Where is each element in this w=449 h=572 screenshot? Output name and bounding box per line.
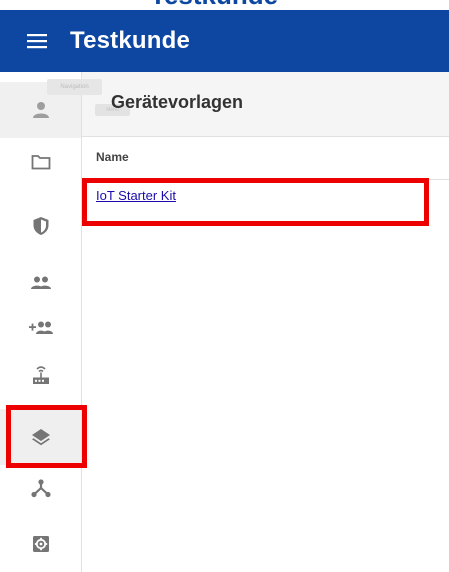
column-header-name[interactable]: Name <box>96 150 129 164</box>
table-header: Name <box>82 137 449 180</box>
table-row: IoT Starter Kit <box>82 180 449 220</box>
hamburger-menu-icon <box>27 34 47 49</box>
page-header: Menü Gerätevorlagen <box>82 72 449 137</box>
folder-icon <box>31 155 50 170</box>
top-strip: Testkunde <box>0 0 449 10</box>
sidebar: Navigation <box>0 72 102 572</box>
navigation-tooltip: Navigation <box>47 79 102 95</box>
sidebar-item-devices[interactable] <box>0 347 81 403</box>
group-icon <box>30 276 51 289</box>
user-icon <box>32 102 49 118</box>
sidebar-item-device-templates[interactable] <box>0 409 81 465</box>
header-title-shadow: Testkunde <box>150 0 278 10</box>
shield-icon <box>33 217 48 235</box>
router-icon <box>32 366 49 384</box>
sidebar-item-security[interactable] <box>0 198 81 254</box>
app-bar: Testkunde <box>0 10 449 72</box>
app-window: Testkunde Testkunde Navigation <box>0 0 449 572</box>
sidebar-item-settings[interactable] <box>0 516 81 572</box>
device-template-link[interactable]: IoT Starter Kit <box>96 188 176 203</box>
sidebar-item-folder[interactable] <box>0 134 81 190</box>
app-title: Testkunde <box>70 27 191 54</box>
layers-icon <box>31 429 50 446</box>
menu-button[interactable] <box>14 10 60 72</box>
page-title: Gerätevorlagen <box>111 92 244 112</box>
add-group-icon <box>28 321 53 334</box>
hierarchy-icon <box>30 479 51 498</box>
main-content: Menü Gerätevorlagen Name IoT Starter Kit <box>82 72 449 572</box>
settings-box-icon <box>32 536 49 552</box>
sidebar-item-hierarchy[interactable] <box>0 460 81 516</box>
